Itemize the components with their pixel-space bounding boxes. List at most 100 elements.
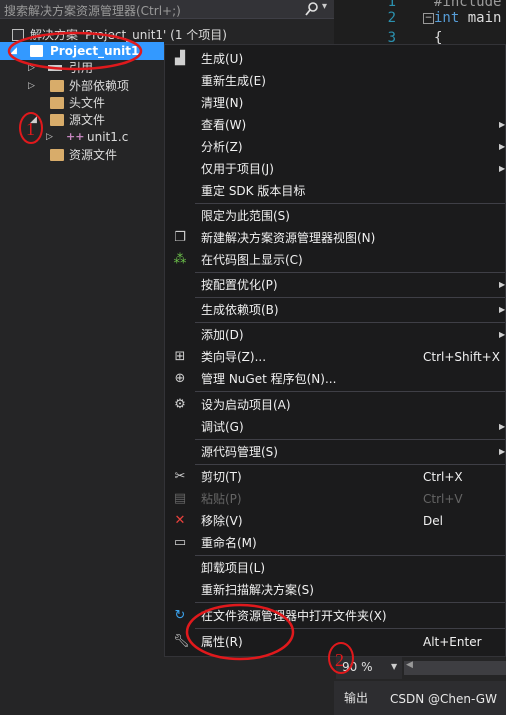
- horizontal-scrollbar[interactable]: [404, 661, 506, 675]
- expand-arrow-icon[interactable]: ◢: [30, 111, 37, 129]
- collapse-arrow-icon[interactable]: ▷: [28, 59, 35, 77]
- menu-item-label: 粘贴(P): [201, 492, 242, 506]
- tree-item-project[interactable]: ◢ Project_unit1: [0, 42, 164, 60]
- menu-item-label: 调试(G): [201, 420, 244, 434]
- menu-item-label: 清理(N): [201, 96, 244, 110]
- menu-item-add[interactable]: 添加(D) ▶: [165, 324, 506, 346]
- collapse-arrow-icon[interactable]: ▷: [46, 128, 53, 146]
- menu-item-label: 在代码图上显示(C): [201, 253, 303, 267]
- submenu-arrow-icon: ▶: [499, 447, 506, 456]
- menu-item-rescan-solution[interactable]: 重新扫描解决方案(S): [165, 579, 506, 601]
- menu-item-build-dependencies[interactable]: 生成依赖项(B) ▶: [165, 299, 506, 321]
- menu-item-properties[interactable]: 🔧︎ 属性(R) Alt+Enter: [165, 631, 506, 653]
- code-line-2: int main: [434, 10, 501, 26]
- tree-item-source-files[interactable]: ◢ 源文件: [0, 111, 164, 129]
- menu-item-project-only[interactable]: 仅用于项目(J) ▶: [165, 158, 506, 180]
- menu-item-label: 重命名(M): [201, 536, 257, 550]
- solution-icon: [12, 29, 24, 41]
- expand-arrow-icon[interactable]: ◢: [10, 42, 17, 60]
- menu-item-label: 限定为此范围(S): [201, 209, 290, 223]
- tree-item-label: 资源文件: [69, 148, 118, 162]
- menu-separator: [195, 464, 505, 465]
- menu-item-label: 新建解决方案资源管理器视图(N): [201, 231, 376, 245]
- c-file-icon: ++: [66, 130, 85, 143]
- menu-item-shortcut: Ctrl+Shift+X: [423, 350, 500, 364]
- menu-item-profile-guided-optimization[interactable]: 按配置优化(P) ▶: [165, 274, 506, 296]
- watermark: CSDN @Chen-GW: [390, 692, 497, 706]
- menu-item-retarget-sdk[interactable]: 重定 SDK 版本目标: [165, 180, 506, 202]
- menu-item-new-explorer-view[interactable]: ❐ 新建解决方案资源管理器视图(N): [165, 227, 506, 249]
- search-options-dropdown-icon[interactable]: ▾: [322, 1, 327, 12]
- menu-item-label: 重定 SDK 版本目标: [201, 184, 306, 198]
- menu-item-shortcut: Ctrl+V: [423, 492, 463, 506]
- tree-item-label: 源文件: [69, 113, 106, 127]
- menu-item-label: 按配置优化(P): [201, 278, 278, 292]
- menu-item-unload-project[interactable]: 卸载项目(L): [165, 557, 506, 579]
- collapse-arrow-icon[interactable]: ▷: [28, 77, 35, 95]
- tree-item-label: unit1.c: [87, 130, 129, 144]
- line-number: 2: [387, 10, 396, 26]
- menu-item-shortcut: Del: [423, 514, 443, 528]
- new-view-icon: ❐: [174, 230, 186, 245]
- menu-item-label: 类向导(Z)...: [201, 350, 267, 364]
- scissors-icon: ✂: [174, 469, 186, 484]
- submenu-arrow-icon: ▶: [499, 164, 506, 173]
- menu-item-label: 剪切(T): [201, 470, 242, 484]
- menu-item-label: 卸载项目(L): [201, 561, 266, 575]
- menu-item-analyze[interactable]: 分析(Z) ▶: [165, 136, 506, 158]
- output-tab[interactable]: 输出: [344, 689, 368, 706]
- zoom-dropdown[interactable]: 90 % ▼: [336, 657, 402, 679]
- menu-item-set-as-startup[interactable]: ⚙ 设为启动项目(A): [165, 394, 506, 416]
- menu-separator: [195, 391, 505, 392]
- submenu-arrow-icon: ▶: [499, 305, 506, 314]
- collapse-toggle[interactable]: −: [423, 13, 434, 24]
- menu-item-label: 生成(U): [201, 52, 244, 66]
- menu-item-rebuild[interactable]: 重新生成(E): [165, 70, 506, 92]
- folder-icon: [50, 149, 64, 161]
- menu-item-label: 属性(R): [201, 635, 243, 649]
- menu-separator: [195, 297, 505, 298]
- menu-item-paste[interactable]: ▤ 粘贴(P) Ctrl+V: [165, 488, 506, 510]
- menu-item-view[interactable]: 查看(W) ▶: [165, 114, 506, 136]
- solution-explorer-search[interactable]: 搜索解决方案资源管理器(Ctrl+;) ▾: [0, 0, 334, 19]
- menu-item-label: 重新生成(E): [201, 74, 266, 88]
- menu-item-build[interactable]: ▟ 生成(U): [165, 48, 506, 70]
- tree-item-label: 引用: [69, 61, 94, 75]
- tree-item-label: 头文件: [69, 96, 106, 110]
- menu-item-show-on-code-map[interactable]: ⁂ 在代码图上显示(C): [165, 249, 506, 271]
- menu-item-remove[interactable]: ✕ 移除(V) Del: [165, 510, 506, 532]
- gear-icon: ⚙: [174, 397, 186, 412]
- menu-item-label: 源代码管理(S): [201, 445, 278, 459]
- rename-icon: ▭: [173, 535, 187, 550]
- menu-item-label: 查看(W): [201, 118, 247, 132]
- tree-item-resource-files[interactable]: 资源文件: [0, 146, 164, 164]
- menu-item-label: 在文件资源管理器中打开文件夹(X): [201, 609, 387, 623]
- tree-item-references[interactable]: ▷ 引用: [0, 59, 164, 77]
- line-number: 1: [387, 0, 396, 10]
- tree-item-header-files[interactable]: 头文件: [0, 94, 164, 112]
- menu-item-clean[interactable]: 清理(N): [165, 92, 506, 114]
- search-input[interactable]: 搜索解决方案资源管理器(Ctrl+;): [4, 2, 181, 19]
- menu-item-debug[interactable]: 调试(G) ▶: [165, 416, 506, 438]
- code-text: main: [459, 10, 502, 26]
- menu-item-cut[interactable]: ✂ 剪切(T) Ctrl+X: [165, 466, 506, 488]
- tree-item-unit1[interactable]: ▷ ++ unit1.c: [0, 128, 164, 146]
- menu-item-scope-to-this[interactable]: 限定为此范围(S): [165, 205, 506, 227]
- menu-item-manage-nuget[interactable]: ⊕ 管理 NuGet 程序包(N)...: [165, 368, 506, 390]
- folder-icon: [50, 80, 64, 92]
- menu-item-source-control[interactable]: 源代码管理(S) ▶: [165, 441, 506, 463]
- menu-separator: [195, 628, 505, 629]
- tree-item-external-deps[interactable]: ▷ 外部依赖项: [0, 77, 164, 95]
- menu-item-class-wizard[interactable]: ⊞ 类向导(Z)... Ctrl+Shift+X: [165, 346, 506, 368]
- build-icon: ▟: [175, 51, 185, 66]
- menu-item-shortcut: Ctrl+X: [423, 470, 463, 484]
- menu-separator: [195, 322, 505, 323]
- menu-item-open-in-explorer[interactable]: ↻ 在文件资源管理器中打开文件夹(X): [165, 605, 506, 627]
- menu-item-label: 设为启动项目(A): [201, 398, 291, 412]
- menu-item-shortcut: Alt+Enter: [423, 635, 482, 649]
- submenu-arrow-icon: ▶: [499, 422, 506, 431]
- menu-item-rename[interactable]: ▭ 重命名(M): [165, 532, 506, 554]
- scroll-left-icon[interactable]: ◀: [406, 660, 413, 670]
- menu-separator: [195, 439, 505, 440]
- search-icon[interactable]: [304, 0, 320, 18]
